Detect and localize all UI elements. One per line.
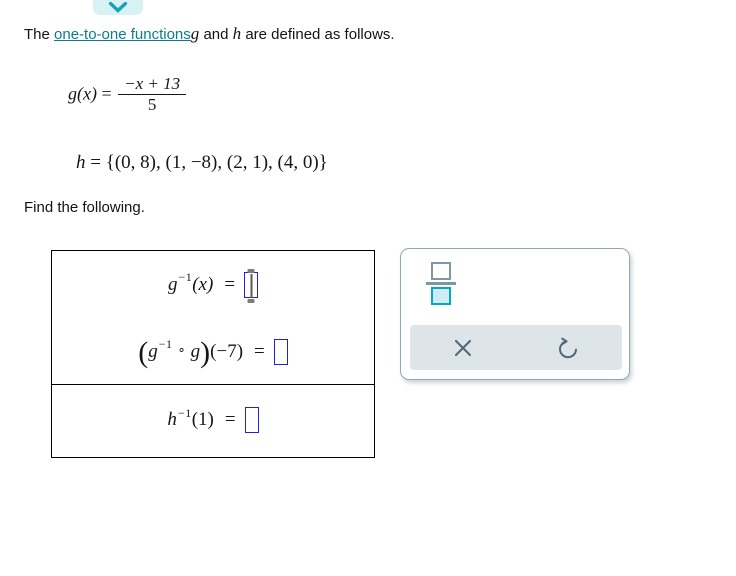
g-definition-denominator: 5 — [147, 95, 157, 114]
answer-row-g-inverse-of-x: g −1 (x) = — [52, 251, 374, 318]
caret-handle-top — [247, 268, 255, 273]
expr3-equals: = — [224, 409, 236, 430]
expr2-function-2: g — [190, 340, 201, 362]
answer-group-g: g −1 (x) = (g −1 ∘ g) (−7) = — [52, 251, 374, 385]
expression-g-inverse-of-x: g −1 (x) = — [167, 268, 259, 303]
g-definition-fraction: −x + 13 5 — [118, 74, 187, 114]
fraction-bar-icon — [426, 281, 456, 285]
stem-suffix-text: are defined as follows. — [241, 26, 395, 43]
composition-ring-icon: ∘ — [177, 341, 186, 357]
stem-variable-g: g — [190, 24, 200, 43]
caret-bar — [250, 273, 253, 298]
close-x-icon — [452, 337, 474, 359]
caret-handle-bottom — [247, 298, 255, 303]
math-input-palette — [400, 248, 630, 380]
answer-input-h-inverse-of-1[interactable] — [244, 407, 259, 433]
h-definition-function-name: h — [76, 152, 86, 173]
g-definition-equals: = — [101, 83, 112, 104]
palette-key-area — [401, 249, 629, 325]
fraction-numerator-placeholder-icon — [431, 261, 451, 280]
expression-h-inverse-of-1: h −1 (1) = — [167, 405, 259, 433]
answer-input-g-inverse-of-x[interactable] — [244, 268, 259, 303]
collapse-panel-chevron-button[interactable] — [93, 0, 143, 15]
expr2-argument: (−7) — [210, 340, 244, 362]
fraction-denominator-placeholder-icon — [431, 286, 451, 305]
answer-group-h: h −1 (1) = — [52, 385, 374, 456]
answer-row-h-inverse-of-1: h −1 (1) = — [52, 385, 374, 455]
g-definition-numerator: −x + 13 — [124, 74, 181, 93]
expr2-exponent: −1 — [158, 337, 173, 351]
h-definition-equals: = — [90, 152, 101, 173]
h-definition-equation: h = {(0, 8), (1, −8), (2, 1), (4, 0)} — [76, 152, 328, 174]
problem-stem: The one-to-one functionsg and h are defi… — [24, 24, 395, 45]
expr3-argument: (1) — [191, 409, 214, 430]
clear-button[interactable] — [410, 325, 516, 370]
fraction-template-button[interactable] — [424, 258, 458, 308]
expr1-argument: (x) — [192, 273, 214, 295]
undo-reset-button[interactable] — [516, 325, 622, 370]
answer-row-g-inverse-composed-g: (g −1 ∘ g) (−7) = — [52, 318, 374, 385]
expr2-equals: = — [254, 340, 265, 362]
text-caret-with-handles — [247, 268, 255, 303]
answer-table: g −1 (x) = (g −1 ∘ g) (−7) = h −1 (1) = — [51, 250, 375, 458]
expr1-exponent: −1 — [178, 270, 193, 284]
answer-input-g-inverse-composed-g[interactable] — [273, 338, 288, 365]
find-the-following-prompt: Find the following. — [24, 199, 145, 216]
expr1-equals: = — [224, 273, 236, 295]
stem-prefix-text: The — [24, 26, 55, 43]
one-to-one-functions-link[interactable]: one-to-one functions — [54, 26, 191, 43]
g-definition-function-name: g — [68, 83, 77, 104]
g-definition-argument: (x) — [77, 83, 97, 104]
undo-reset-icon — [557, 336, 581, 360]
palette-footer-bar — [410, 325, 622, 370]
stem-variable-h: h — [232, 24, 242, 43]
expr3-function: h — [167, 409, 177, 430]
expression-g-inverse-composed-g-at-neg7: (g −1 ∘ g) (−7) = — [138, 337, 288, 367]
chevron-down-icon — [109, 2, 127, 13]
g-definition-equation: g(x) = −x + 13 5 — [68, 74, 188, 115]
expr2-function: g — [148, 340, 158, 362]
h-definition-set: {(0, 8), (1, −8), (2, 1), (4, 0)} — [105, 152, 328, 173]
expr1-function: g — [167, 273, 178, 295]
expr3-exponent: −1 — [177, 405, 192, 420]
stem-middle-text: and — [199, 26, 233, 43]
